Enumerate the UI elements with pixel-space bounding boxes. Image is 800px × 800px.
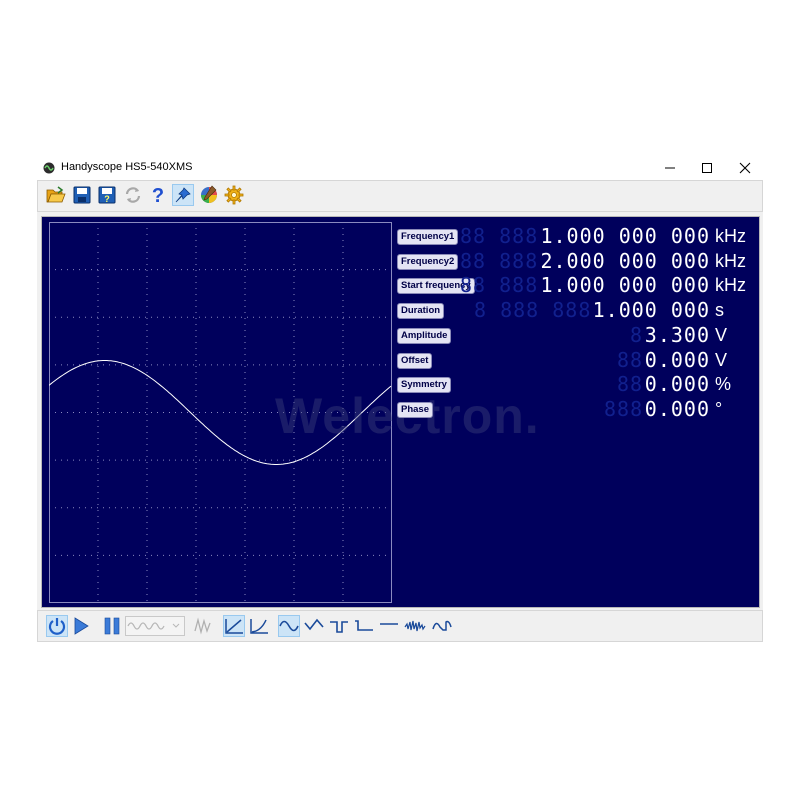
color-button[interactable] bbox=[198, 184, 220, 206]
square-wave-icon bbox=[330, 621, 348, 633]
waveform-combo[interactable] bbox=[125, 616, 185, 636]
pause-icon bbox=[104, 617, 120, 635]
pulse-wave-icon bbox=[355, 620, 373, 631]
open-button[interactable] bbox=[45, 184, 67, 206]
duration-unused-digits: 8 888 888 bbox=[474, 298, 592, 323]
arbitrary-icon bbox=[432, 620, 452, 631]
power-icon bbox=[48, 618, 66, 635]
settings-button[interactable] bbox=[223, 184, 245, 206]
maximize-button[interactable] bbox=[689, 156, 725, 180]
refresh-button[interactable] bbox=[122, 184, 144, 206]
bottom-toolbar bbox=[37, 610, 763, 642]
symmetry-value[interactable]: 0.000 bbox=[645, 373, 710, 395]
frequency2-label-button[interactable]: Frequency2 bbox=[397, 253, 459, 270]
pulse-wave-button[interactable] bbox=[353, 615, 375, 637]
help-icon: ? bbox=[152, 185, 164, 205]
log-sweep-button[interactable] bbox=[248, 615, 270, 637]
start-frequency-unit: kHz bbox=[715, 275, 746, 296]
pause-button[interactable] bbox=[101, 615, 123, 637]
pin-icon bbox=[175, 187, 191, 203]
offset-label-button[interactable]: Offset bbox=[397, 352, 433, 369]
duration-value[interactable]: 1.000 000 bbox=[593, 299, 710, 321]
phase-unused-digits: 888 bbox=[604, 396, 644, 421]
triangle-wave-button[interactable] bbox=[303, 615, 325, 637]
phase-unit: ° bbox=[715, 398, 723, 419]
noise-button[interactable] bbox=[404, 615, 426, 637]
frequency2-unit: kHz bbox=[715, 250, 746, 271]
linear-sweep-icon bbox=[225, 619, 243, 634]
app-icon bbox=[43, 162, 55, 174]
play-button[interactable] bbox=[70, 615, 92, 637]
amplitude-label-button[interactable]: Amplitude bbox=[397, 327, 452, 344]
amplitude-unit: V bbox=[715, 324, 728, 345]
start-frequency-value[interactable]: 1.000 000 000 bbox=[540, 274, 710, 296]
frequency2-value[interactable]: 2.000 000 000 bbox=[540, 250, 710, 272]
minimize-button[interactable] bbox=[652, 156, 688, 180]
frequency2-unused-digits: 88 888 bbox=[460, 248, 539, 273]
offset-unit: V bbox=[715, 349, 728, 370]
maximize-icon bbox=[702, 163, 712, 173]
generator-panel: Welectron. Frequency11.000 000 00088 888… bbox=[41, 216, 760, 608]
save-icon bbox=[73, 186, 91, 204]
sine-wave-button[interactable] bbox=[278, 615, 300, 637]
color-icon bbox=[201, 185, 217, 203]
window-title: Handyscope HS5-540XMS bbox=[61, 161, 193, 173]
symmetry-unit: % bbox=[715, 374, 732, 395]
frequency1-value[interactable]: 1.000 000 000 bbox=[540, 225, 710, 247]
power-button[interactable] bbox=[46, 615, 68, 637]
dc-button[interactable] bbox=[378, 615, 400, 637]
app-window: Handyscope HS5-540XMS ? ? Frequency1 1.0… bbox=[37, 156, 763, 642]
offset-value[interactable]: 0.000 bbox=[645, 349, 710, 371]
phase-label-button[interactable]: Phase bbox=[397, 401, 433, 418]
noise-icon bbox=[404, 620, 426, 632]
arbitrary-button[interactable] bbox=[431, 615, 453, 637]
frequency1-label-button[interactable]: Frequency1 bbox=[397, 229, 459, 245]
close-icon bbox=[739, 162, 751, 174]
duration-unit: s bbox=[715, 300, 724, 321]
start-frequency-unused-digits: 88 888 bbox=[460, 273, 539, 298]
toolbar: ? ? bbox=[37, 180, 763, 212]
square-wave-button[interactable] bbox=[328, 615, 350, 637]
duration-label-button[interactable]: Duration bbox=[397, 303, 445, 320]
close-button[interactable] bbox=[727, 156, 763, 180]
amplitude-unused-digits: 8 bbox=[630, 322, 644, 347]
svg-text:?: ? bbox=[152, 185, 164, 205]
log-sweep-icon bbox=[250, 619, 268, 634]
symmetry-label-button[interactable]: Symmetry bbox=[397, 377, 451, 394]
arbitrary-wave-icon bbox=[194, 617, 211, 635]
save-as-icon: ? bbox=[98, 186, 116, 204]
linear-sweep-button[interactable] bbox=[223, 615, 245, 637]
save-as-button[interactable]: ? bbox=[96, 184, 118, 206]
arbitrary-wave-button[interactable] bbox=[192, 615, 214, 637]
waveform-combo-icon bbox=[127, 622, 180, 630]
refresh-icon bbox=[125, 187, 141, 203]
frequency1-unit: kHz bbox=[715, 226, 746, 246]
svg-text:?: ? bbox=[104, 194, 110, 204]
save-button[interactable] bbox=[71, 184, 93, 206]
frequency1-unused-digits: 88 888 bbox=[460, 224, 539, 248]
title-bar: Handyscope HS5-540XMS bbox=[37, 156, 763, 180]
pin-button[interactable] bbox=[172, 184, 194, 206]
triangle-wave-icon bbox=[304, 618, 324, 631]
help-button[interactable]: ? bbox=[147, 184, 169, 206]
play-icon bbox=[74, 617, 89, 635]
open-folder-icon bbox=[46, 186, 66, 203]
minimize-icon bbox=[665, 167, 675, 169]
settings-icon bbox=[224, 185, 244, 205]
phase-value[interactable]: 0.000 bbox=[645, 398, 710, 420]
symmetry-unused-digits: 88 bbox=[617, 372, 644, 397]
offset-unused-digits: 88 bbox=[617, 347, 644, 372]
amplitude-value[interactable]: 3.300 bbox=[645, 324, 710, 346]
sine-wave-icon bbox=[279, 620, 299, 632]
dc-icon bbox=[380, 623, 398, 625]
